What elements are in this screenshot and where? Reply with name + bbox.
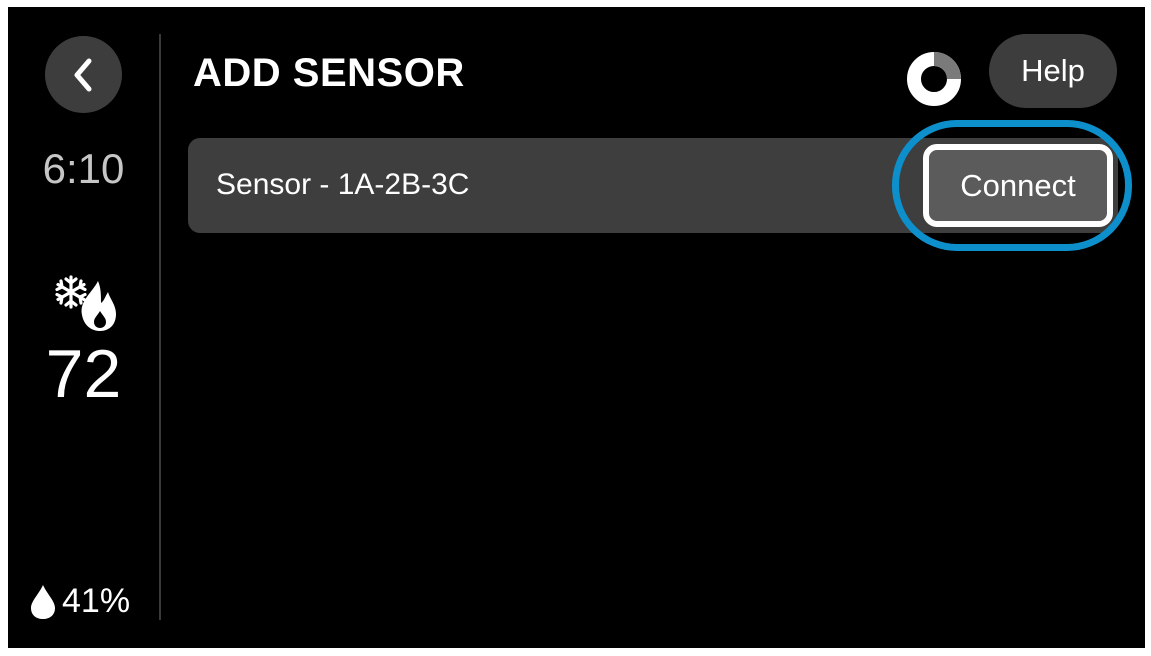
chevron-left-icon xyxy=(74,58,91,91)
cool-heat-mode-icon xyxy=(55,275,116,331)
current-time: 6:10 xyxy=(42,145,125,192)
temperature-display: 72 xyxy=(45,336,122,412)
water-drop-icon xyxy=(31,584,55,619)
loading-spinner-icon xyxy=(907,52,961,106)
back-button[interactable] xyxy=(45,36,122,113)
page-title: ADD SENSOR xyxy=(193,51,465,95)
help-button[interactable]: Help xyxy=(989,34,1117,108)
humidity-value: 41% xyxy=(62,582,131,620)
thermostat-screen: 6:10 72 41% ADD SENSOR Help Sensor - 1A-… xyxy=(8,7,1145,648)
connect-button[interactable]: Connect xyxy=(923,144,1113,227)
humidity-display: 41% xyxy=(30,582,130,621)
sidebar-divider xyxy=(159,34,161,620)
sensor-name: Sensor - 1A-2B-3C xyxy=(216,168,470,201)
